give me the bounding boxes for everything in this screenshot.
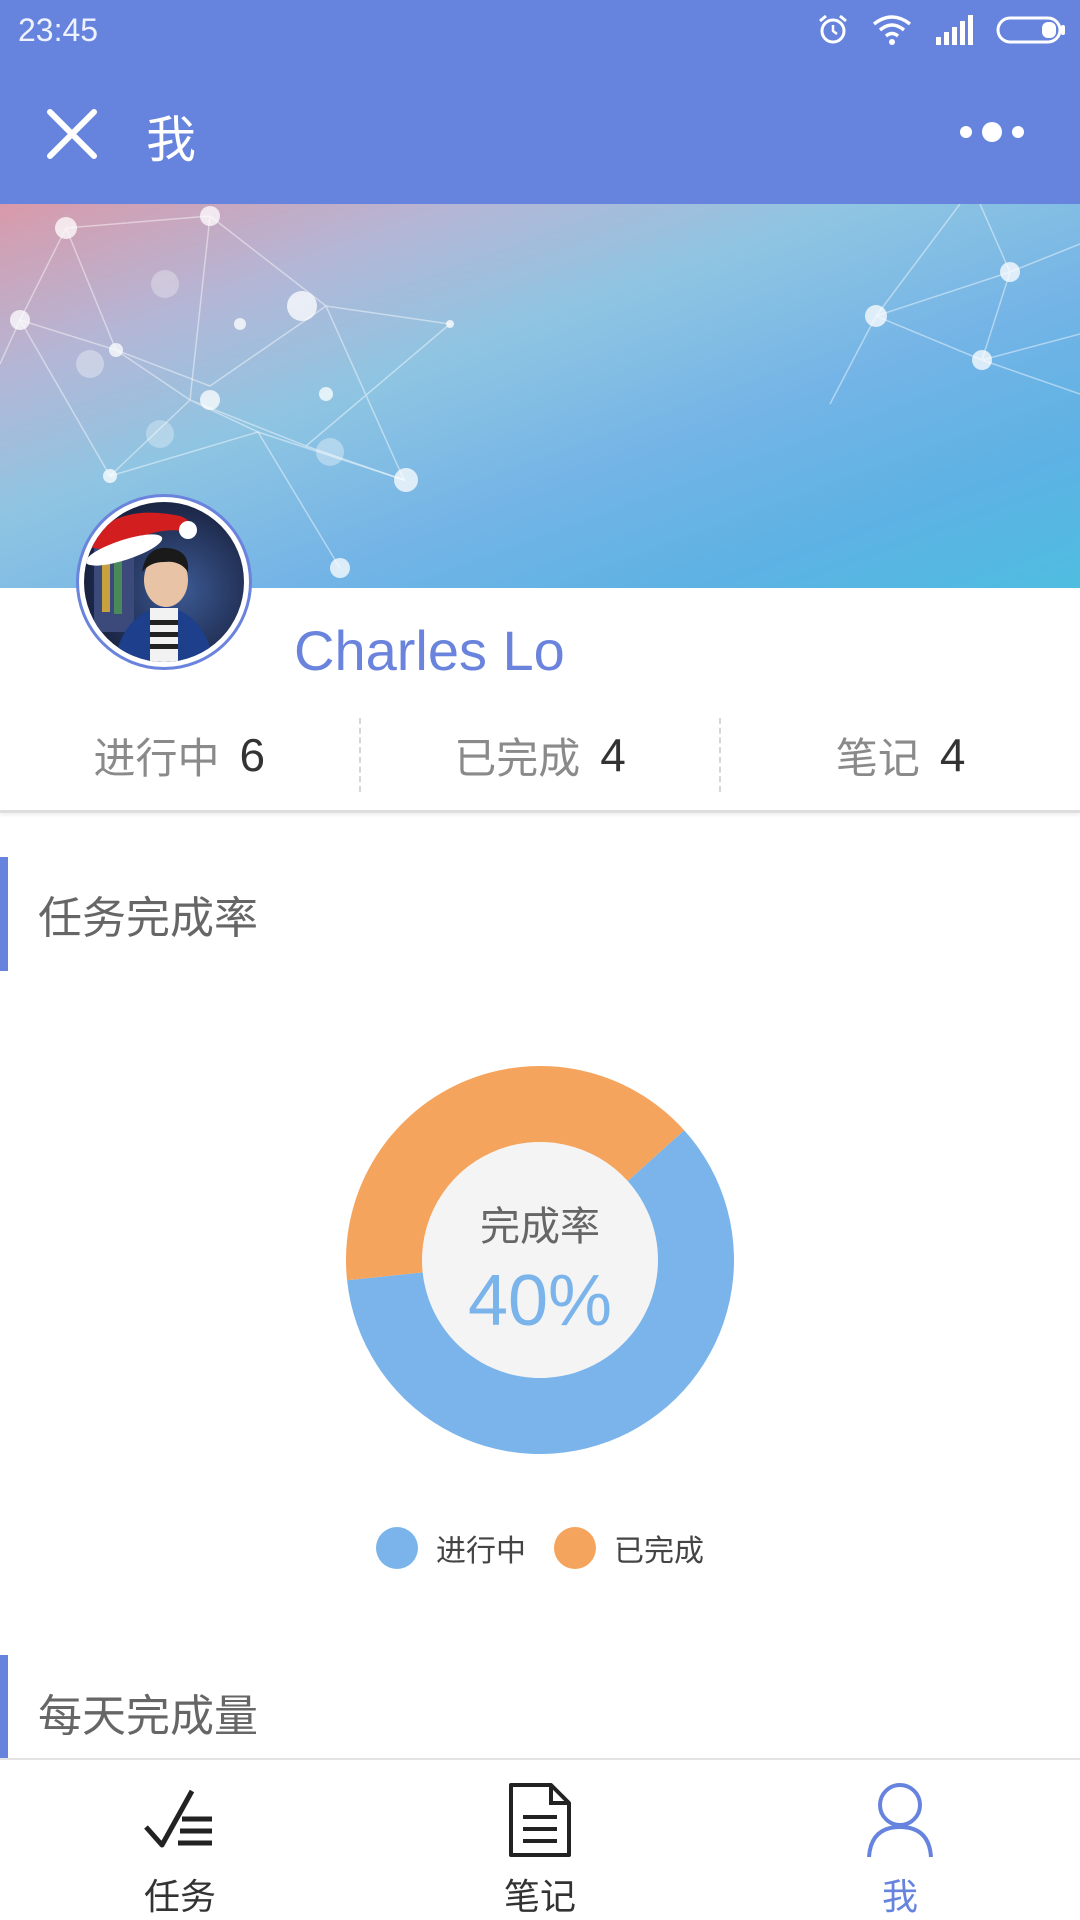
close-button[interactable] (42, 104, 102, 164)
legend-item-in-progress[interactable]: 进行中 (376, 1526, 526, 1570)
more-button[interactable] (942, 112, 1042, 152)
stat-in-progress[interactable]: 进行中 6 (0, 700, 359, 810)
stat-value: 4 (600, 729, 626, 781)
section-title: 每天完成量 (38, 1691, 258, 1742)
section-daily-completions: 每天完成量 (0, 1655, 1080, 1769)
avatar[interactable] (76, 494, 252, 670)
page-title: 我 (146, 111, 196, 169)
nav-tab-tasks[interactable]: 任务 (0, 1760, 360, 1920)
close-icon (47, 109, 97, 159)
nav-label: 任务 (143, 1877, 216, 1918)
wifi-icon (872, 15, 912, 45)
battery-icon (996, 16, 1065, 44)
section-accent-bar (0, 857, 8, 971)
stat-value: 6 (239, 729, 266, 781)
status-time: 23:45 (18, 12, 99, 48)
top-bar: 23:45 我 (0, 0, 1080, 204)
legend-item-completed[interactable]: 已完成 (554, 1526, 704, 1570)
chart-legend: 进行中 已完成 (0, 1526, 1080, 1570)
user-icon (855, 1776, 945, 1864)
note-icon (495, 1776, 585, 1864)
stat-completed[interactable]: 已完成 4 (361, 700, 720, 810)
status-icons (816, 12, 1066, 48)
legend-label: 进行中 (436, 1534, 526, 1569)
avatar-photo (84, 502, 244, 662)
nav-tab-me[interactable]: 我 (720, 1760, 1080, 1920)
nav-label: 我 (881, 1877, 918, 1918)
section-completion-rate: 任务完成率 (0, 857, 1080, 971)
user-name: Charles Lo (294, 619, 565, 682)
chart-center-label: 完成率 (480, 1204, 600, 1250)
legend-dot (554, 1527, 596, 1569)
legend-dot (376, 1527, 418, 1569)
tasks-icon (135, 1776, 225, 1864)
stats-divider-line (0, 810, 1080, 813)
more-icon (960, 126, 972, 138)
stat-label: 笔记 (835, 733, 920, 783)
completion-donut-chart: 完成率 40% (340, 1060, 740, 1460)
stat-label: 已完成 (454, 733, 581, 783)
nav-label: 笔记 (503, 1877, 576, 1918)
stat-notes[interactable]: 笔记 4 (721, 700, 1080, 810)
bottom-nav: 任务 笔记 我 (0, 1758, 1080, 1920)
section-title: 任务完成率 (38, 893, 258, 944)
signal-icon (936, 15, 973, 45)
stats-row: 进行中 6 已完成 4 笔记 4 (0, 700, 1080, 810)
stat-label: 进行中 (93, 733, 220, 783)
legend-label: 已完成 (614, 1534, 704, 1569)
stat-value: 4 (939, 729, 966, 781)
alarm-icon (819, 14, 847, 44)
chart-center-value: 40% (467, 1261, 613, 1341)
section-accent-bar (0, 1655, 8, 1769)
nav-tab-notes[interactable]: 笔记 (360, 1760, 720, 1920)
avatar-illustration (84, 512, 214, 662)
